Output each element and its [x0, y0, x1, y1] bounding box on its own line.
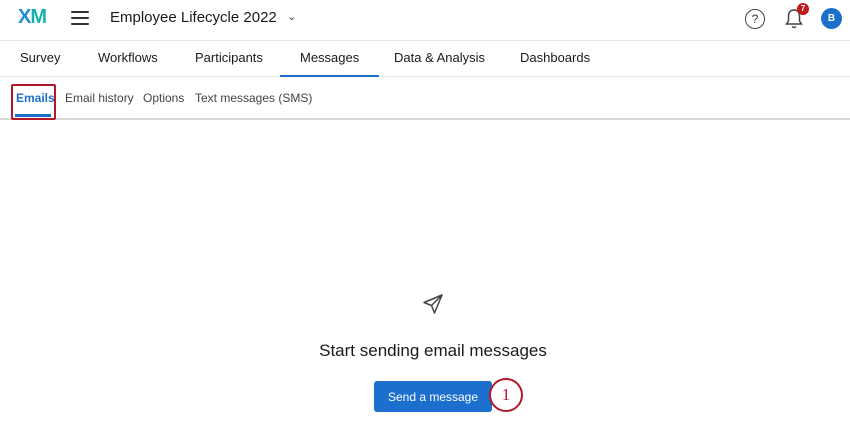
help-icon[interactable]: ?	[745, 9, 765, 29]
sub-nav: Emails Email history Options Text messag…	[0, 77, 850, 120]
tab-dashboards[interactable]: Dashboards	[520, 40, 590, 76]
menu-icon[interactable]	[71, 11, 89, 27]
avatar[interactable]: B	[821, 8, 842, 29]
send-message-button[interactable]: Send a message	[374, 381, 492, 412]
tab-data-analysis[interactable]: Data & Analysis	[394, 40, 485, 76]
xm-logo[interactable]: XM	[18, 6, 47, 29]
logo-x: X	[18, 6, 31, 28]
main-nav: Survey Workflows Participants Messages D…	[0, 40, 850, 77]
subtab-email-history[interactable]: Email history	[65, 91, 134, 105]
step-number-annotation: 1	[489, 378, 523, 412]
chevron-down-icon: ⌄	[286, 11, 297, 23]
tab-messages[interactable]: Messages	[279, 40, 380, 77]
project-selector[interactable]: Employee Lifecycle 2022 ⌄	[110, 9, 296, 26]
empty-state-title: Start sending email messages	[319, 341, 547, 360]
tab-participants[interactable]: Participants	[195, 40, 263, 76]
project-title: Employee Lifecycle 2022	[110, 9, 277, 26]
subtab-text-messages[interactable]: Text messages (SMS)	[195, 91, 312, 105]
subtab-options[interactable]: Options	[143, 91, 184, 105]
logo-m: M	[30, 6, 47, 28]
tab-survey[interactable]: Survey	[20, 40, 60, 76]
tab-workflows[interactable]: Workflows	[98, 40, 158, 76]
paper-plane-icon	[423, 294, 443, 314]
emails-highlight-box	[11, 84, 56, 120]
top-bar: XM Employee Lifecycle 2022 ⌄ ? 7 B	[0, 0, 850, 41]
notification-badge: 7	[797, 3, 809, 15]
